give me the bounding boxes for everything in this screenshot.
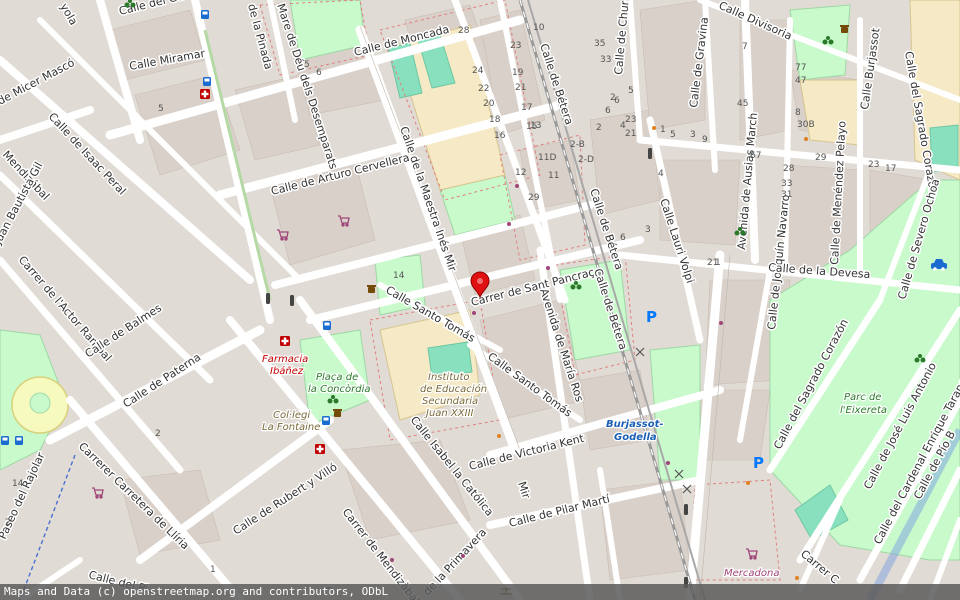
parking-icon[interactable]: P <box>753 454 764 472</box>
house-number: 12 <box>515 168 526 178</box>
house-number: 3 <box>690 130 696 140</box>
house-number: 2 <box>5 518 11 528</box>
house-number: 13 <box>530 121 541 131</box>
house-number: 19 <box>512 68 524 78</box>
house-number: 23 <box>868 160 879 170</box>
house-number: 28 <box>783 164 795 174</box>
house-number: 28 <box>458 26 470 36</box>
attribution-bar: Maps and Data (c) openstreetmap.org and … <box>0 584 960 600</box>
house-number: 7 <box>742 42 748 52</box>
parc-name-line1: Parc de <box>844 392 881 403</box>
attribution-text[interactable]: Maps and Data (c) openstreetmap.org and … <box>4 585 388 598</box>
house-number: 6 <box>316 68 322 78</box>
pharmacy-cross-icon[interactable] <box>200 89 210 99</box>
house-number: 5 <box>628 86 634 96</box>
house-number: 20 <box>483 99 495 109</box>
roundabout-center <box>29 392 51 414</box>
house-number: 21 <box>515 83 526 93</box>
house-number: 3 <box>645 225 651 235</box>
colegi-name-line2: La Fontaine <box>262 422 320 433</box>
house-number: 18 <box>489 115 501 125</box>
house-number: 5 <box>670 130 676 140</box>
farmacia-name-line2: Ibáñez <box>270 365 304 377</box>
house-number: 33 <box>781 179 792 189</box>
house-number: 2-B <box>570 140 585 150</box>
drinking-water-icon[interactable] <box>367 285 376 293</box>
bus-stop-icon[interactable] <box>15 436 23 445</box>
bus-stop-icon[interactable] <box>322 416 330 425</box>
house-number: 24 <box>472 66 484 76</box>
house-number: 5 <box>304 60 310 70</box>
house-number: 14 <box>393 271 405 281</box>
map-svg: Calle de Moncada Calle Miramar de Micer … <box>0 0 960 600</box>
placa-name-line2: la Concòrdia <box>308 383 371 395</box>
station-name-line1: Burjassot- <box>606 419 664 430</box>
instituto-name-line1: Instituto <box>428 372 470 383</box>
house-number: 4 <box>658 169 664 179</box>
traffic-light-icon <box>266 293 270 304</box>
farmacia-name-line1: Farmacia <box>262 354 308 365</box>
house-number: 9 <box>702 135 708 145</box>
house-number: 1 <box>210 565 216 575</box>
house-number: 21 <box>625 129 636 139</box>
house-number: 29 <box>815 153 827 163</box>
parc-name-line2: l'Eixereta <box>840 405 887 416</box>
house-number: 35 <box>594 39 605 49</box>
house-number: 17 <box>521 103 532 113</box>
map-canvas[interactable]: Calle de Moncada Calle Miramar de Micer … <box>0 0 960 600</box>
house-number: 6 <box>605 106 611 116</box>
traffic-light-icon <box>290 295 294 306</box>
traffic-light-icon <box>684 504 688 515</box>
colegi-name-line1: Col·legi <box>273 410 310 421</box>
house-number: 2 <box>610 93 616 103</box>
house-number: 6 <box>620 233 626 243</box>
house-number: 11 <box>548 171 559 181</box>
house-number: 23 <box>510 41 521 51</box>
house-number: 16 <box>494 131 506 141</box>
drinking-water-icon[interactable] <box>333 409 342 417</box>
instituto-name-line2: de Educación <box>420 383 487 395</box>
house-number: 23 <box>625 115 636 125</box>
house-number: 30B <box>797 120 815 130</box>
house-number: 67 <box>750 151 761 161</box>
house-number: 5 <box>158 104 164 114</box>
instituto-name-line4: Juan XXIII <box>424 408 474 419</box>
bus-stop-icon[interactable] <box>203 77 211 86</box>
house-number: 1 <box>715 258 721 268</box>
house-number: 47 <box>795 76 806 86</box>
house-number: 22 <box>478 84 489 94</box>
bus-stop-icon[interactable] <box>201 10 209 19</box>
house-number: 10 <box>533 23 545 33</box>
bus-stop-icon[interactable] <box>323 321 331 330</box>
house-number: 2-D <box>578 155 594 165</box>
drinking-water-icon[interactable] <box>840 25 849 33</box>
mercadona-name: Mercadona <box>724 568 779 579</box>
house-number: 17 <box>885 164 896 174</box>
house-number: 2 <box>596 123 602 133</box>
placa-name-line1: Plaça de <box>316 372 358 383</box>
house-number: 14 <box>12 479 24 489</box>
pharmacy-cross-icon[interactable] <box>315 444 325 454</box>
house-number: 33 <box>600 55 611 65</box>
house-number: 31 <box>781 190 792 200</box>
house-number: 2 <box>155 429 161 439</box>
bus-stop-icon[interactable] <box>1 436 9 445</box>
station-name-line2: Godella <box>614 432 657 443</box>
house-number: 11D <box>538 153 556 163</box>
pharmacy-cross-icon[interactable] <box>280 336 290 346</box>
house-number: 29 <box>528 193 540 203</box>
traffic-light-icon <box>648 148 652 159</box>
house-number: 77 <box>795 63 806 73</box>
house-number: 45 <box>737 99 748 109</box>
instituto-name-line3: Secundaria <box>422 396 478 407</box>
parking-icon[interactable]: P <box>646 308 657 326</box>
house-number: 1 <box>660 125 666 135</box>
house-number: 8 <box>795 108 801 118</box>
